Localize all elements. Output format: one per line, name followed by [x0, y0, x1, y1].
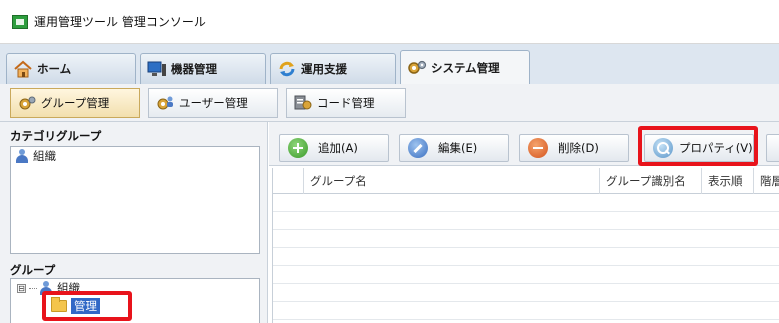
tab-operation-support[interactable]: 運用支援	[270, 53, 396, 84]
sync-icon	[277, 60, 297, 78]
edit-button[interactable]: 編集(E)	[399, 134, 509, 162]
table-header: グループ名 グループ識別名 表示順 階層	[273, 168, 779, 194]
edit-button-label: 編集(E)	[438, 141, 478, 155]
category-item[interactable]: 組織	[11, 147, 259, 165]
properties-icon	[653, 138, 673, 158]
app-icon	[12, 14, 28, 29]
tab-home[interactable]: ホーム	[6, 53, 136, 84]
tree-node-child[interactable]: 管理	[11, 297, 259, 315]
home-icon	[13, 60, 33, 78]
tab-label: 機器管理	[171, 62, 217, 76]
tree-node-child-label: 管理	[71, 298, 100, 314]
table-row	[273, 302, 779, 320]
edit-icon	[408, 138, 428, 158]
column-display-order[interactable]: 表示順	[701, 168, 753, 194]
column-hierarchy[interactable]: 階層	[753, 168, 779, 194]
window-title: 運用管理ツール 管理コンソール	[34, 15, 206, 29]
category-list[interactable]: 組織	[10, 146, 260, 254]
monitor-icon	[147, 60, 167, 78]
code-management-label: コード管理	[317, 96, 375, 110]
code-management-button[interactable]: コード管理	[286, 88, 406, 118]
table-row	[273, 266, 779, 284]
add-icon	[288, 138, 308, 158]
tab-device-management[interactable]: 機器管理	[140, 53, 266, 84]
main-tab-bar: ホーム 機器管理 運用支援 システム管理	[0, 44, 779, 84]
collapse-icon[interactable]: ⊟	[17, 283, 26, 293]
group-title: グループ	[10, 263, 56, 277]
folder-icon	[51, 297, 67, 312]
person-icon	[15, 149, 29, 163]
table-row	[273, 284, 779, 302]
person-icon	[39, 281, 53, 295]
group-gears-icon	[17, 94, 37, 112]
delete-button-label: 削除(D)	[558, 141, 599, 155]
tab-system-management[interactable]: システム管理	[400, 50, 530, 84]
sub-toolbar: グループ管理 ユーザー管理 コード管理	[0, 84, 779, 122]
left-panel: カテゴリグループ 組織 グループ ⊟ 組織 管理	[0, 122, 268, 323]
table-row	[273, 212, 779, 230]
delete-button[interactable]: 削除(D)	[519, 134, 629, 162]
gears-icon	[407, 59, 427, 77]
table-row	[273, 248, 779, 266]
properties-button-label: プロパティ(V)	[679, 141, 753, 155]
action-bar: 追加(A) 編集(E) 削除(D) プロパティ(V)	[269, 122, 779, 166]
column-group-identifier[interactable]: グループ識別名	[599, 168, 701, 194]
group-management-label: グループ管理	[41, 96, 110, 110]
table-row	[273, 194, 779, 212]
tab-label: ホーム	[37, 62, 72, 76]
overflow-button[interactable]	[766, 134, 779, 162]
tree-connector	[29, 287, 37, 289]
user-management-button[interactable]: ユーザー管理	[148, 88, 278, 118]
add-button-label: 追加(A)	[318, 141, 358, 155]
right-panel: 追加(A) 編集(E) 削除(D) プロパティ(V) グループ名 グループ識別名…	[269, 122, 779, 323]
title-bar: 運用管理ツール 管理コンソール	[0, 0, 779, 44]
category-group-title: カテゴリグループ	[10, 129, 102, 143]
group-tree[interactable]: ⊟ 組織 管理	[10, 278, 260, 323]
group-table[interactable]: グループ名 グループ識別名 表示順 階層	[272, 168, 779, 323]
tree-node-root-label: 組織	[57, 281, 80, 295]
table-row	[273, 230, 779, 248]
tab-label: システム管理	[431, 60, 500, 75]
add-button[interactable]: 追加(A)	[279, 134, 389, 162]
user-gears-icon	[155, 94, 175, 112]
tab-label: 運用支援	[301, 62, 347, 76]
delete-icon	[528, 138, 548, 158]
category-item-label: 組織	[33, 149, 56, 163]
column-group-name[interactable]: グループ名	[303, 168, 599, 194]
properties-button[interactable]: プロパティ(V)	[644, 134, 754, 162]
group-management-button[interactable]: グループ管理	[10, 88, 140, 118]
user-management-label: ユーザー管理	[179, 96, 248, 110]
tree-node-root[interactable]: ⊟ 組織	[11, 279, 259, 297]
code-icon	[293, 94, 313, 112]
